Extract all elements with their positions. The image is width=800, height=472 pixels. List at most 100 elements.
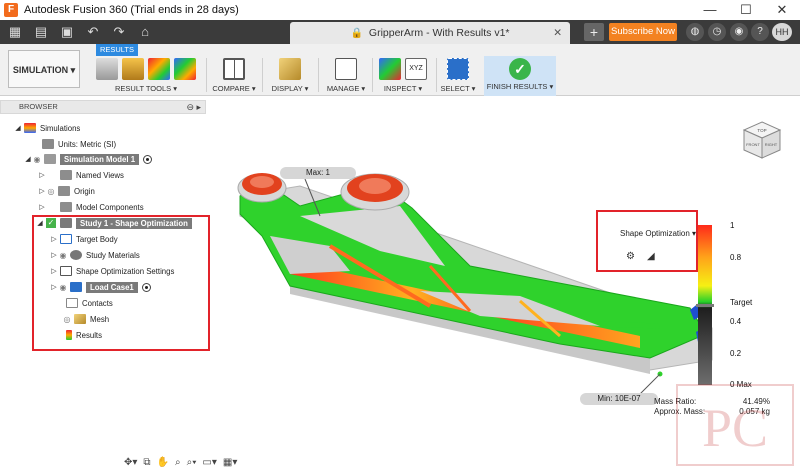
min-marker[interactable]: Min: 10E-07 [580,393,658,405]
document-tab-title: GripperArm - With Results v1* [368,27,510,39]
model-icon [44,154,56,164]
target-slider-handle[interactable] [696,304,714,307]
eye-icon[interactable]: ◎ [46,187,56,196]
undo-icon[interactable]: ↶ [82,22,104,42]
expand-triangle-icon[interactable]: ▷ [38,171,46,179]
maximize-button[interactable]: ☐ [728,0,764,20]
watermark-logo: PC [676,384,794,466]
save-icon[interactable]: ▣ [56,22,78,42]
color-map-icon[interactable] [148,58,170,80]
globe-icon[interactable]: ◍ [686,23,704,41]
xyz-icon[interactable]: XYZ [405,58,427,80]
tree-node-units[interactable]: Units: Metric (SI) [40,137,116,151]
eye-icon[interactable]: ◉ [32,155,42,164]
browser-header-label: BROWSER [19,102,58,111]
manage-icon[interactable] [335,58,357,80]
check-icon: ✓ [509,58,531,80]
tree-label: Units: Metric (SI) [58,139,117,149]
lock-icon: 🔒 [350,27,363,39]
expand-triangle-icon[interactable]: ▷ [38,187,46,195]
zoom-icon[interactable]: ⌕ [175,457,181,468]
fit-icon[interactable]: ⌕▾ [187,457,197,468]
left-boss [237,173,287,203]
tree-node-simulation-model[interactable]: ◢ ◉ Simulation Model 1 [24,152,153,166]
workspace-switcher[interactable]: SIMULATION ▾ [8,50,80,88]
compare-icon[interactable] [223,58,245,80]
browser-collapse-icon[interactable]: ⊖ ▸ [186,101,201,113]
collapse-triangle-icon[interactable]: ◢ [24,155,32,163]
select-icon[interactable] [447,58,469,80]
folder-icon [58,186,70,196]
title-bar: F Autodesk Fusion 360 (Trial ends in 28 … [0,0,800,20]
close-tab-icon[interactable]: ✕ [553,27,562,39]
display-settings-icon[interactable]: ▭▾ [202,457,216,468]
browser-header[interactable]: BROWSER ⊖ ▸ [0,100,206,114]
grid-menu-icon[interactable]: ▦ [4,22,26,42]
tree-label: Origin [74,186,95,196]
tree-label: Model Components [76,202,144,212]
legend-tick: 0.2 [730,349,742,358]
finish-results-button[interactable]: ✓ FINISH RESULTS ▾ [484,56,556,96]
viewcube-top[interactable]: TOP [757,128,766,133]
tree-label: Simulations [40,123,81,133]
tree-label: Named Views [76,170,124,180]
tree-node-named-views[interactable]: ▷ Named Views [38,168,124,182]
new-tab-button[interactable]: + [584,23,604,41]
max-marker[interactable]: Max: 1 [280,167,356,179]
quick-access-toolbar: ▦ ▤ ▣ ↶ ↷ ⌂ 🔒 GripperArm - With Results … [0,20,800,44]
display-icon[interactable] [279,58,301,80]
home-icon[interactable]: ⌂ [134,22,156,42]
notifications-icon[interactable]: ◉ [730,23,748,41]
tree-node-origin[interactable]: ▷ ◎ Origin [38,184,95,198]
inspect-icon[interactable] [379,58,401,80]
viewcube-front[interactable]: FRONT [746,142,760,147]
display-label[interactable]: DISPLAY ▾ [266,84,314,93]
ribbon-divider [318,58,319,92]
close-window-button[interactable]: ✕ [764,0,800,20]
legend-tick: Target [730,298,753,307]
highlight-box-browser [32,215,210,351]
manage-label[interactable]: MANAGE ▾ [322,84,370,93]
legend-options-icon[interactable] [174,58,196,80]
window-title: Autodesk Fusion 360 (Trial ends in 28 da… [24,4,239,16]
probe-icon[interactable] [122,58,144,80]
expand-triangle-icon[interactable]: ▷ [38,203,46,211]
subscribe-button[interactable]: Subscribe Now [609,23,677,41]
compare-label[interactable]: COMPARE ▾ [212,84,256,93]
result-tools-label[interactable]: RESULT TOOLS ▾ [92,84,200,93]
user-avatar[interactable]: HH [772,23,792,41]
tab-results[interactable]: RESULTS [96,44,138,56]
fusion-app-icon: F [4,3,18,17]
inspect-group: XYZ INSPECT ▾ [374,56,432,96]
select-label[interactable]: SELECT ▾ [438,84,478,93]
ribbon-divider [436,58,437,92]
orbit-icon[interactable]: ✥▾ [124,457,137,468]
viewcube[interactable]: TOP FRONT RIGHT [740,118,784,162]
legend-tick: 0.8 [730,253,742,262]
folder-icon [60,170,72,180]
camera-icon[interactable] [96,58,118,80]
clock-icon[interactable]: ◷ [708,23,726,41]
tree-label: Simulation Model 1 [60,153,140,165]
look-at-icon[interactable]: ⧉ [143,457,150,468]
redo-icon[interactable]: ↷ [108,22,130,42]
active-radio-icon[interactable] [143,154,153,164]
help-icon[interactable]: ? [751,23,769,41]
tree-node-simulations[interactable]: ◢ Simulations [14,121,80,135]
manage-group: MANAGE ▾ [322,56,370,96]
document-icon [42,139,54,149]
watermark-text: PC [702,398,768,458]
ribbon-divider [372,58,373,92]
result-tools-group: RESULT TOOLS ▾ [92,56,200,96]
collapse-triangle-icon[interactable]: ◢ [14,124,22,132]
document-tab[interactable]: 🔒 GripperArm - With Results v1* ✕ [290,22,570,44]
grid-settings-icon[interactable]: ▦▾ [223,457,237,468]
legend-tick: 1 [730,221,735,230]
viewcube-right[interactable]: RIGHT [765,142,778,147]
pan-icon[interactable]: ✋ [157,457,169,468]
file-icon[interactable]: ▤ [30,22,52,42]
inspect-label[interactable]: INSPECT ▾ [374,84,432,93]
minimize-button[interactable]: — [692,0,728,20]
tree-node-model-components[interactable]: ▷ Model Components [38,200,144,214]
simulations-icon [24,123,36,133]
